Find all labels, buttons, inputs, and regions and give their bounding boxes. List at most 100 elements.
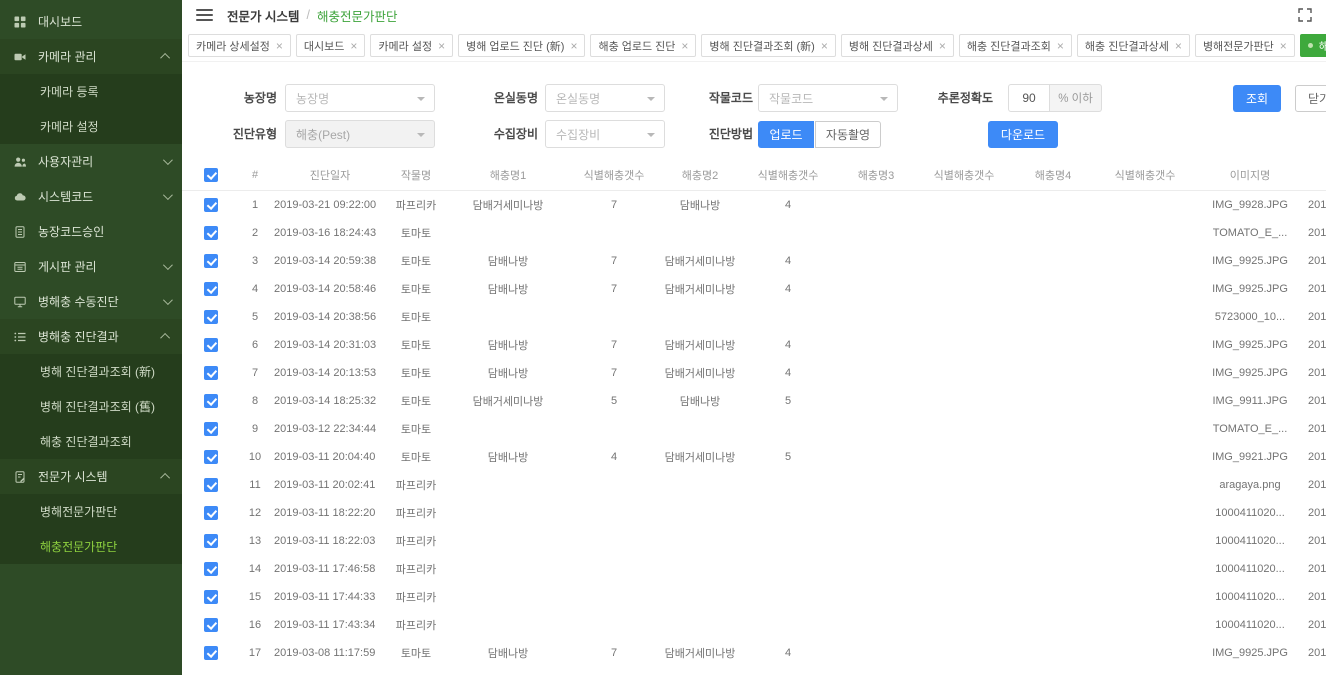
table-row[interactable]: 12019-03-21 09:22:00파프리카담배거세미나방7담배나방4IMG…: [182, 191, 1326, 219]
table-row[interactable]: 142019-03-11 17:46:58파프리카1000411020...20…: [182, 555, 1326, 583]
cell: 15: [238, 591, 272, 603]
sidebar-subitem[interactable]: 해충전문가판단: [0, 529, 182, 564]
table-row[interactable]: 172019-03-08 11:17:59토마토담배나방7담배거세미나방4IMG…: [182, 639, 1326, 667]
sidebar-item[interactable]: 게시판 관리: [0, 249, 182, 284]
tab[interactable]: 병해 업로드 진단 (新)×: [458, 34, 585, 57]
row-checkbox[interactable]: [204, 338, 218, 352]
sidebar-subitem[interactable]: 병해 진단결과조회 (舊): [0, 389, 182, 424]
sidebar-item-label: 대시보드: [38, 13, 82, 30]
method-auto-button[interactable]: 자동촬영: [815, 121, 881, 148]
row-checkbox[interactable]: [204, 534, 218, 548]
table-row[interactable]: 22019-03-16 18:24:43토마토TOMATO_E_...2019: [182, 219, 1326, 247]
row-checkbox[interactable]: [204, 254, 218, 268]
tab-close-icon[interactable]: ×: [821, 40, 828, 52]
greenhouse-select[interactable]: 온실동명: [545, 84, 665, 112]
row-checkbox[interactable]: [204, 618, 218, 632]
sidebar-subitem[interactable]: 병해 진단결과조회 (新): [0, 354, 182, 389]
cell: 4: [744, 647, 832, 659]
row-checkbox[interactable]: [204, 450, 218, 464]
cell: 담배나방: [656, 393, 744, 409]
row-checkbox[interactable]: [204, 366, 218, 380]
tab-close-icon[interactable]: ×: [1057, 40, 1064, 52]
cell: 6: [238, 339, 272, 351]
table-row[interactable]: 132019-03-11 18:22:03파프리카1000411020...20…: [182, 527, 1326, 555]
sidebar-item[interactable]: 병해충 진단결과: [0, 319, 182, 354]
sidebar-subitem[interactable]: 해충 진단결과조회: [0, 424, 182, 459]
table-header: #진단일자작물명해충명1식별해충갯수해충명2식별해충갯수해충명3식별해충갯수해충…: [182, 160, 1326, 191]
row-checkbox[interactable]: [204, 478, 218, 492]
sidebar-subitem[interactable]: 카메라 설정: [0, 109, 182, 144]
select-all-checkbox[interactable]: [204, 168, 218, 182]
method-upload-button[interactable]: 업로드: [758, 121, 814, 148]
table-row[interactable]: 82019-03-14 18:25:32토마토담배거세미나방5담배나방5IMG_…: [182, 387, 1326, 415]
table-row[interactable]: 72019-03-14 20:13:53토마토담배나방7담배거세미나방4IMG_…: [182, 359, 1326, 387]
tab-close-icon[interactable]: ×: [1280, 40, 1287, 52]
farm-select[interactable]: 농장명: [285, 84, 435, 112]
sidebar-item[interactable]: 사용자관리: [0, 144, 182, 179]
tab[interactable]: 카메라 상세설정×: [188, 34, 291, 57]
accuracy-input[interactable]: [1008, 84, 1050, 112]
tab[interactable]: 병해 진단결과상세×: [841, 34, 954, 57]
tab[interactable]: 해충 진단결과조회×: [959, 34, 1072, 57]
row-checkbox[interactable]: [204, 282, 218, 296]
tab-close-icon[interactable]: ×: [350, 40, 357, 52]
sidebar-item[interactable]: 대시보드: [0, 4, 182, 39]
row-checkbox-cell: [182, 254, 238, 268]
sidebar-item-label: 농장코드승인: [38, 223, 104, 240]
diagnosis-type-select[interactable]: 해충(Pest): [285, 120, 435, 148]
sidebar-item[interactable]: 전문가 시스템: [0, 459, 182, 494]
tab[interactable]: 병해전문가판단×: [1195, 34, 1295, 57]
tab[interactable]: 대시보드×: [296, 34, 366, 57]
tab[interactable]: 해충 업로드 진단×: [590, 34, 696, 57]
sidebar-item[interactable]: 카메라 관리: [0, 39, 182, 74]
table-row[interactable]: 162019-03-11 17:43:34파프리카1000411020...20…: [182, 611, 1326, 639]
table-row[interactable]: 92019-03-12 22:34:44토마토TOMATO_E_...2019: [182, 415, 1326, 443]
crop-code-select[interactable]: 작물코드: [758, 84, 898, 112]
fullscreen-icon[interactable]: [1298, 8, 1312, 22]
row-checkbox[interactable]: [204, 590, 218, 604]
cell: 담배거세미나방: [656, 365, 744, 381]
row-checkbox[interactable]: [204, 198, 218, 212]
row-checkbox[interactable]: [204, 562, 218, 576]
sidebar-subitem[interactable]: 카메라 등록: [0, 74, 182, 109]
row-checkbox[interactable]: [204, 506, 218, 520]
table-row[interactable]: 112019-03-11 20:02:41파프리카aragaya.png2019: [182, 471, 1326, 499]
table-row[interactable]: 122019-03-11 18:22:20파프리카1000411020...20…: [182, 499, 1326, 527]
tab[interactable]: 병해 진단결과조회 (新)×: [701, 34, 835, 57]
search-button[interactable]: 조회: [1233, 85, 1281, 112]
row-checkbox[interactable]: [204, 226, 218, 240]
row-checkbox[interactable]: [204, 394, 218, 408]
close-button[interactable]: 닫기: [1295, 85, 1326, 112]
menu-toggle-icon[interactable]: [196, 9, 213, 21]
tab-close-icon[interactable]: ×: [681, 40, 688, 52]
sidebar-subitem[interactable]: 병해전문가판단: [0, 494, 182, 529]
table-row[interactable]: 62019-03-14 20:31:03토마토담배나방7담배거세미나방4IMG_…: [182, 331, 1326, 359]
table-row[interactable]: 152019-03-11 17:44:33파프리카1000411020...20…: [182, 583, 1326, 611]
row-checkbox[interactable]: [204, 310, 218, 324]
accuracy-label: 추론정확도: [923, 84, 993, 112]
table-row[interactable]: 52019-03-14 20:38:56토마토5723000_10...2019: [182, 303, 1326, 331]
device-select[interactable]: 수집장비: [545, 120, 665, 148]
tab-active[interactable]: 해충전문가판단×: [1300, 34, 1326, 57]
tab-close-icon[interactable]: ×: [570, 40, 577, 52]
tab-close-icon[interactable]: ×: [939, 40, 946, 52]
active-tab-dot-icon: [1308, 43, 1313, 48]
sidebar-item[interactable]: 농장코드승인: [0, 214, 182, 249]
cell: 5: [238, 311, 272, 323]
tab[interactable]: 해충 진단결과상세×: [1077, 34, 1190, 57]
cell: 4: [744, 283, 832, 295]
tab-close-icon[interactable]: ×: [276, 40, 283, 52]
tab-close-icon[interactable]: ×: [1175, 40, 1182, 52]
top-bar: 전문가 시스템 / 해충전문가판단: [182, 0, 1326, 30]
tab[interactable]: 카메라 설정×: [370, 34, 453, 57]
row-checkbox[interactable]: [204, 422, 218, 436]
table-row[interactable]: 42019-03-14 20:58:46토마토담배나방7담배거세미나방4IMG_…: [182, 275, 1326, 303]
sidebar-item[interactable]: 병해충 수동진단: [0, 284, 182, 319]
table-row[interactable]: 102019-03-11 20:04:40토마토담배나방4담배거세미나방5IMG…: [182, 443, 1326, 471]
row-checkbox[interactable]: [204, 646, 218, 660]
download-button[interactable]: 다운로드: [988, 121, 1058, 148]
table-row[interactable]: 32019-03-14 20:59:38토마토담배나방7담배거세미나방4IMG_…: [182, 247, 1326, 275]
sidebar-item[interactable]: 시스템코드: [0, 179, 182, 214]
tab-close-icon[interactable]: ×: [438, 40, 445, 52]
cell: 담배나방: [444, 645, 572, 661]
